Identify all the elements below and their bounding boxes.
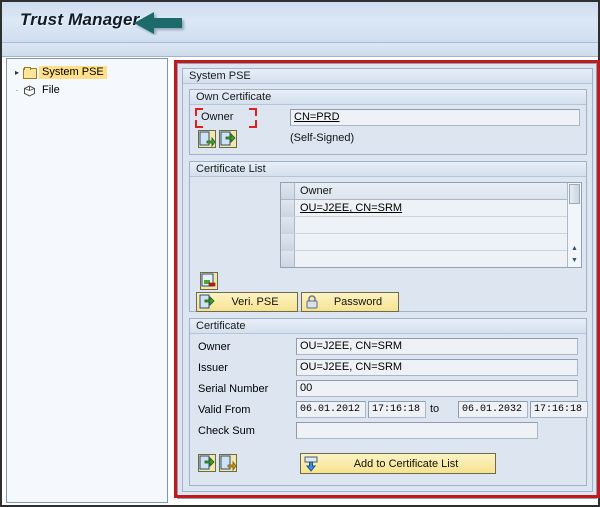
add-to-list-icon: [303, 456, 319, 472]
remove-from-list-icon[interactable]: [200, 272, 218, 290]
valid-from-label: Valid From: [198, 404, 251, 416]
export-certificate-icon[interactable]: [219, 130, 237, 148]
import-certificate-icon[interactable]: [219, 454, 237, 472]
title-bar: Trust Manager: [2, 2, 598, 43]
system-pse-group: System PSE Own Certificate Owner CN=PRD: [182, 68, 593, 492]
owner-value-text: CN=PRD: [294, 111, 340, 123]
check-sum-value[interactable]: [296, 422, 538, 439]
certificate-owner-label: Owner: [198, 341, 231, 353]
scroll-up-icon[interactable]: ▲: [569, 243, 580, 254]
password-button[interactable]: Password: [301, 292, 399, 312]
valid-from-date[interactable]: 06.01.2012: [296, 401, 366, 418]
certificate-serial-row: Serial Number 00: [190, 380, 586, 399]
callout-arrow-icon: [132, 11, 188, 38]
verify-pse-icon: [199, 294, 215, 310]
certificate-serial-label: Serial Number: [198, 383, 269, 395]
sub-toolbar: [2, 43, 598, 57]
import-certificate-icon[interactable]: [198, 130, 216, 148]
owner-value-field[interactable]: CN=PRD: [290, 109, 580, 126]
table-select-all-corner[interactable]: [281, 183, 295, 199]
export-certificate-icon[interactable]: [198, 454, 216, 472]
sidebar-item-system-pse[interactable]: ▸ System PSE: [11, 65, 167, 80]
table-row[interactable]: [281, 217, 581, 234]
certificate-list-group-title: Certificate List: [190, 162, 586, 177]
check-sum-label: Check Sum: [198, 425, 255, 437]
certificate-owner-row: Owner OU=J2EE, CN=SRM: [190, 338, 586, 357]
table-vertical-scrollbar[interactable]: ▲ ▼: [567, 183, 581, 267]
own-certificate-icon-row: [198, 130, 237, 148]
column-header-owner[interactable]: Owner: [296, 183, 332, 199]
certificate-serial-value[interactable]: 00: [296, 380, 578, 397]
valid-to-date[interactable]: 06.01.2032: [458, 401, 528, 418]
certificate-validity-row: Valid From 06.01.2012 17:16:18 to 06.01.…: [190, 401, 588, 420]
verify-pse-button[interactable]: Veri. PSE: [196, 292, 298, 312]
table-row[interactable]: [281, 251, 581, 268]
row-owner-value: [296, 251, 300, 267]
certificate-issuer-value[interactable]: OU=J2EE, CN=SRM: [296, 359, 578, 376]
certificate-list-button-row: Veri. PSE Password: [196, 292, 399, 312]
certificate-issuer-label: Issuer: [198, 362, 228, 374]
lock-icon: [304, 294, 320, 310]
row-selector[interactable]: [281, 251, 295, 267]
leaf-bullet-icon: ·: [15, 85, 19, 95]
owner-label: Owner: [201, 111, 234, 123]
scroll-down-icon[interactable]: ▼: [569, 255, 580, 266]
valid-to-time[interactable]: 17:16:18: [530, 401, 588, 418]
sidebar-item-file[interactable]: · File: [11, 83, 167, 98]
verify-pse-label: Veri. PSE: [231, 296, 279, 308]
main-content-panel: System PSE Own Certificate Owner CN=PRD: [177, 63, 597, 499]
row-selector[interactable]: [281, 217, 295, 233]
table-header-row: Owner: [281, 183, 581, 200]
certificate-footer-icon-row: [198, 454, 237, 472]
password-label: Password: [333, 296, 383, 308]
trust-manager-window: Trust Manager ▸ System PSE · File System…: [0, 0, 600, 507]
row-selector[interactable]: [281, 234, 295, 250]
row-selector[interactable]: [281, 200, 295, 216]
tree-root: ▸ System PSE · File: [7, 59, 167, 98]
certificate-owner-value[interactable]: OU=J2EE, CN=SRM: [296, 338, 578, 355]
table-row[interactable]: OU=J2EE, CN=SRM: [281, 200, 581, 217]
certificate-group: Certificate Owner OU=J2EE, CN=SRM Issuer…: [189, 318, 588, 486]
system-pse-group-title: System PSE: [183, 69, 592, 84]
validity-separator: to: [430, 403, 440, 415]
add-to-certificate-list-button[interactable]: Add to Certificate List: [300, 453, 496, 474]
navigation-tree-panel: ▸ System PSE · File: [6, 58, 168, 503]
page-title: Trust Manager: [20, 10, 140, 29]
sidebar-item-label: File: [42, 84, 60, 96]
certificate-list-group: Certificate List Owner OU=J2EE, CN=SRM ▲…: [189, 161, 587, 312]
certificate-group-title: Certificate: [190, 319, 586, 334]
own-certificate-group: Own Certificate Owner CN=PRD (Self-Signe…: [189, 89, 587, 155]
row-owner-value: [296, 217, 300, 233]
file-pse-icon: [23, 84, 36, 97]
certificate-list-table[interactable]: Owner OU=J2EE, CN=SRM ▲ ▼: [280, 182, 582, 268]
certificate-checksum-row: Check Sum: [190, 422, 586, 441]
row-owner-value: OU=J2EE, CN=SRM: [300, 202, 403, 214]
valid-from-time[interactable]: 17:16:18: [368, 401, 426, 418]
self-signed-text: (Self-Signed): [290, 132, 355, 144]
expand-twisty-icon[interactable]: ▸: [11, 68, 23, 77]
certificate-issuer-row: Issuer OU=J2EE, CN=SRM: [190, 359, 586, 378]
sidebar-item-label: System PSE: [39, 66, 107, 79]
table-row[interactable]: [281, 234, 581, 251]
own-certificate-group-title: Own Certificate: [190, 90, 586, 105]
add-to-certificate-list-label: Add to Certificate List: [353, 457, 459, 470]
folder-icon: [23, 67, 37, 79]
row-owner-value: [296, 234, 300, 250]
scrollbar-thumb[interactable]: [569, 184, 580, 204]
